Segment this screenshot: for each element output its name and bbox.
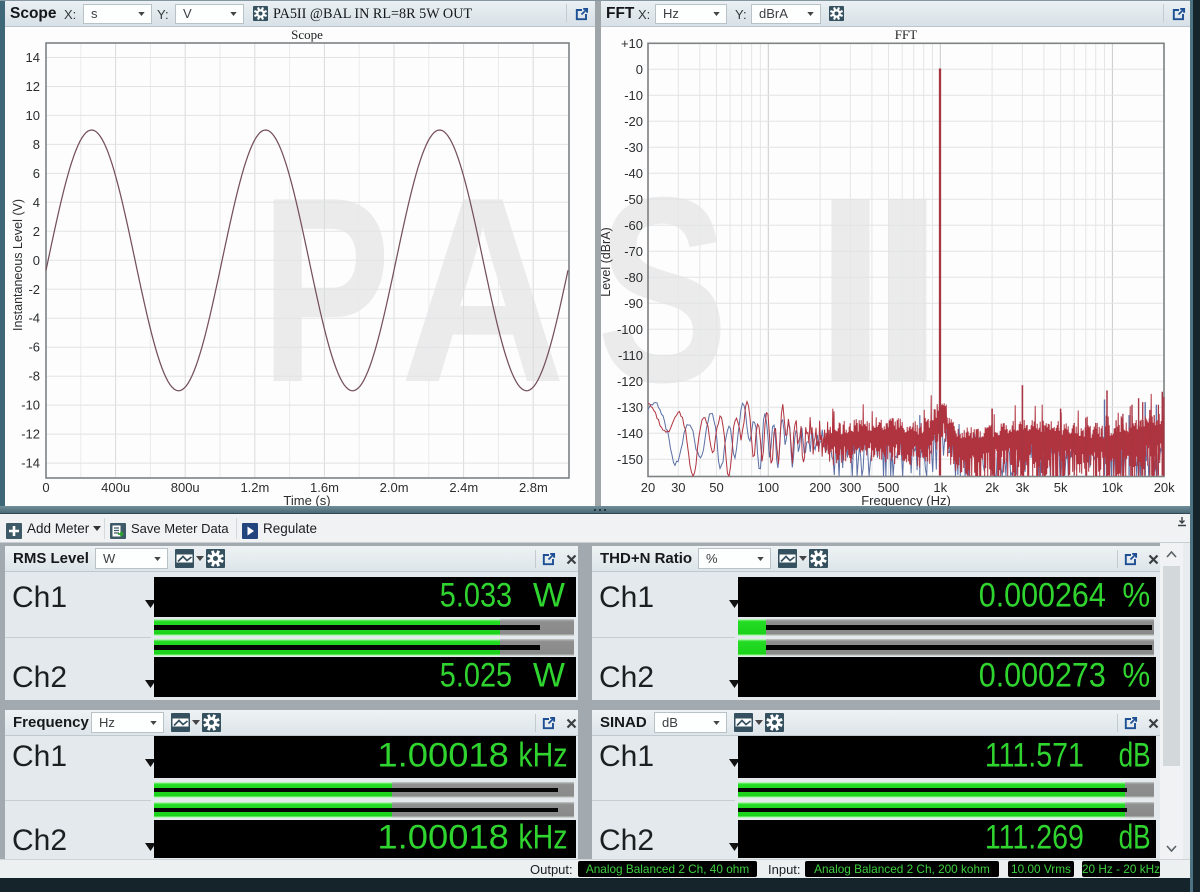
svg-text:0: 0	[42, 480, 49, 495]
svg-text:2.0m: 2.0m	[380, 480, 409, 495]
svg-text:20k: 20k	[1154, 480, 1175, 495]
svg-text:20: 20	[641, 480, 655, 495]
svg-text:-6: -6	[28, 340, 40, 355]
svg-text:-50: -50	[624, 192, 643, 207]
svg-text:-10: -10	[624, 88, 643, 103]
svg-text:50: 50	[709, 480, 723, 495]
svg-text:5k: 5k	[1054, 480, 1068, 495]
svg-text:30: 30	[671, 480, 685, 495]
svg-text:Scope: Scope	[291, 27, 323, 42]
svg-text:4: 4	[33, 195, 40, 210]
svg-text:FFT: FFT	[895, 27, 917, 42]
svg-text:2: 2	[33, 224, 40, 239]
svg-text:-140: -140	[617, 426, 643, 441]
svg-text:Level (dBrA): Level (dBrA)	[599, 227, 613, 296]
svg-text:1.2m: 1.2m	[240, 480, 269, 495]
svg-text:-70: -70	[624, 244, 643, 259]
svg-text:300: 300	[840, 480, 862, 495]
svg-text:200: 200	[809, 480, 831, 495]
svg-text:-12: -12	[21, 427, 40, 442]
svg-text:2.8m: 2.8m	[519, 480, 548, 495]
svg-text:-8: -8	[28, 369, 40, 384]
svg-text:-110: -110	[618, 348, 643, 363]
svg-text:Frequency (Hz): Frequency (Hz)	[861, 493, 951, 506]
svg-text:800u: 800u	[171, 480, 200, 495]
svg-text:-130: -130	[617, 400, 643, 415]
svg-text:-90: -90	[624, 296, 643, 311]
svg-text:-2: -2	[28, 282, 40, 297]
svg-text:100: 100	[757, 480, 779, 495]
svg-text:Instantaneous Level (V): Instantaneous Level (V)	[11, 199, 25, 331]
svg-text:-10: -10	[21, 398, 40, 413]
svg-text:8: 8	[33, 137, 40, 152]
svg-text:-80: -80	[624, 270, 643, 285]
svg-text:Time (s): Time (s)	[283, 493, 330, 506]
svg-text:-150: -150	[617, 452, 643, 467]
svg-text:0: 0	[33, 253, 40, 268]
svg-text:2.4m: 2.4m	[449, 480, 478, 495]
svg-text:-20: -20	[624, 114, 643, 129]
svg-text:-100: -100	[617, 322, 643, 337]
svg-text:10: 10	[26, 108, 40, 123]
svg-text:-120: -120	[617, 374, 643, 389]
svg-text:-4: -4	[28, 311, 40, 326]
svg-text:6: 6	[33, 166, 40, 181]
svg-text:3k: 3k	[1016, 480, 1030, 495]
svg-text:-30: -30	[624, 140, 643, 155]
svg-text:0: 0	[636, 62, 643, 77]
svg-text:400u: 400u	[101, 480, 130, 495]
svg-text:12: 12	[26, 79, 40, 94]
svg-text:-40: -40	[624, 166, 643, 181]
svg-text:+10: +10	[621, 36, 643, 51]
svg-text:-60: -60	[624, 218, 643, 233]
svg-text:2k: 2k	[985, 480, 999, 495]
svg-text:14: 14	[26, 50, 40, 65]
svg-text:-14: -14	[21, 456, 40, 471]
svg-text:10k: 10k	[1102, 480, 1123, 495]
